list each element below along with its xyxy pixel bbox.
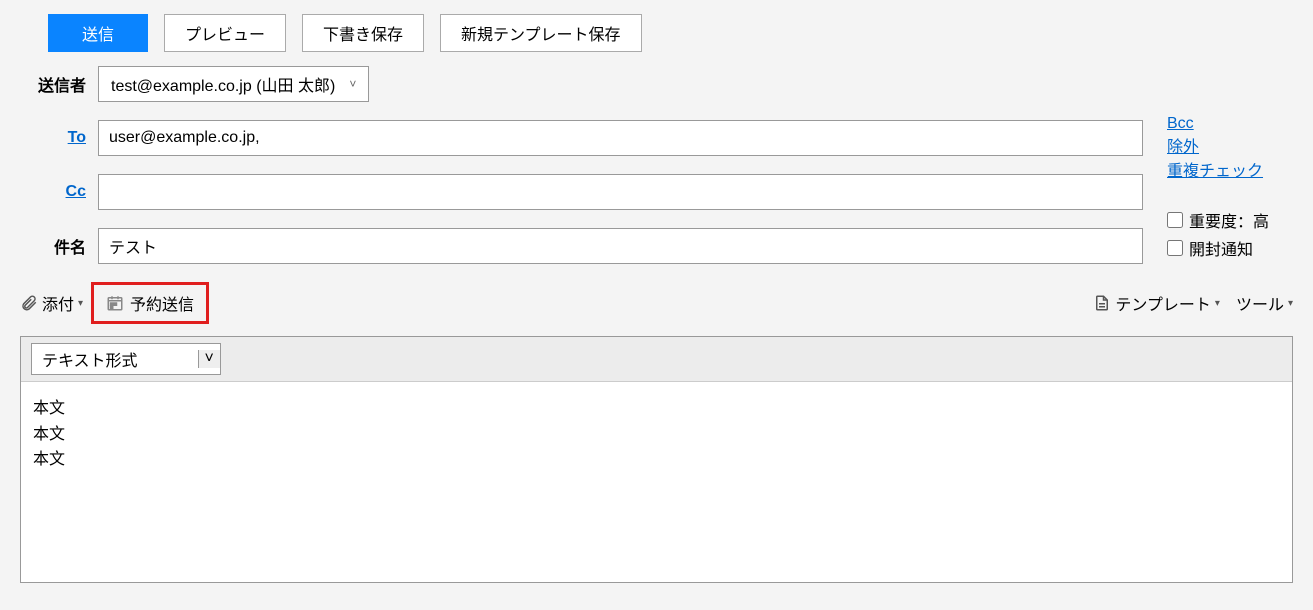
sender-select[interactable]: test@example.co.jp (山田 太郎) ˅ — [98, 66, 369, 102]
subject-input[interactable] — [98, 228, 1143, 264]
cc-label-link[interactable]: Cc — [66, 183, 86, 200]
sender-row: 送信者 test@example.co.jp (山田 太郎) ˅ — [20, 66, 1143, 102]
cc-input[interactable] — [98, 174, 1143, 210]
compose-toolbar: 送信 プレビュー 下書き保存 新規テンプレート保存 — [0, 0, 1313, 66]
template-dropdown[interactable]: テンプレート ▾ — [1093, 291, 1220, 315]
preview-button[interactable]: プレビュー — [164, 14, 286, 52]
dup-check-link[interactable]: 重複チェック — [1167, 160, 1293, 184]
chevron-down-icon: ▾ — [1288, 298, 1293, 309]
bcc-link[interactable]: Bcc — [1167, 112, 1293, 136]
paperclip-icon — [20, 294, 38, 312]
read-receipt-label: 開封通知 — [1189, 236, 1253, 260]
to-input[interactable] — [98, 120, 1143, 156]
sender-label: 送信者 — [20, 72, 98, 96]
send-button[interactable]: 送信 — [48, 14, 148, 52]
to-row: To — [20, 120, 1143, 156]
exclude-link[interactable]: 除外 — [1167, 136, 1293, 160]
format-select[interactable]: テキスト形式 ˅ — [31, 343, 221, 375]
priority-checkbox-row: 重要度：高 — [1167, 208, 1293, 232]
read-receipt-row: 開封通知 — [1167, 236, 1293, 260]
chevron-down-icon: ▾ — [78, 298, 83, 309]
action-bar: 添付 ▾ 予約送信 テンプレート ▾ ツール ▾ — [0, 282, 1313, 336]
editor-panel: テキスト形式 ˅ 本文 本文 本文 — [20, 336, 1293, 583]
side-panel: Bcc 除外 重複チェック 重要度：高 開封通知 — [1143, 66, 1293, 282]
priority-label: 重要度：高 — [1189, 208, 1269, 232]
read-receipt-checkbox[interactable] — [1167, 240, 1183, 256]
sender-value: test@example.co.jp (山田 太郎) — [111, 72, 335, 96]
chevron-down-icon: ˅ — [349, 77, 356, 91]
editor-body[interactable]: 本文 本文 本文 — [21, 382, 1292, 582]
attach-label: 添付 — [42, 291, 74, 315]
cc-row: Cc — [20, 174, 1143, 210]
tools-dropdown[interactable]: ツール ▾ — [1236, 291, 1293, 315]
chevron-down-icon: ˅ — [198, 350, 220, 368]
subject-row: 件名 — [20, 228, 1143, 264]
tools-label: ツール — [1236, 291, 1284, 315]
to-label-link[interactable]: To — [68, 129, 86, 146]
priority-checkbox[interactable] — [1167, 212, 1183, 228]
subject-label: 件名 — [20, 234, 98, 258]
document-icon — [1093, 294, 1111, 312]
editor-toolbar: テキスト形式 ˅ — [21, 337, 1292, 382]
template-label: テンプレート — [1115, 291, 1211, 315]
attach-button[interactable]: 添付 ▾ — [20, 291, 83, 315]
schedule-send-button[interactable]: 予約送信 — [91, 282, 209, 324]
schedule-send-label: 予約送信 — [130, 291, 194, 315]
save-template-button[interactable]: 新規テンプレート保存 — [440, 14, 642, 52]
draft-save-button[interactable]: 下書き保存 — [302, 14, 424, 52]
calendar-icon — [106, 294, 124, 312]
chevron-down-icon: ▾ — [1215, 298, 1220, 309]
format-value: テキスト形式 — [42, 347, 138, 371]
